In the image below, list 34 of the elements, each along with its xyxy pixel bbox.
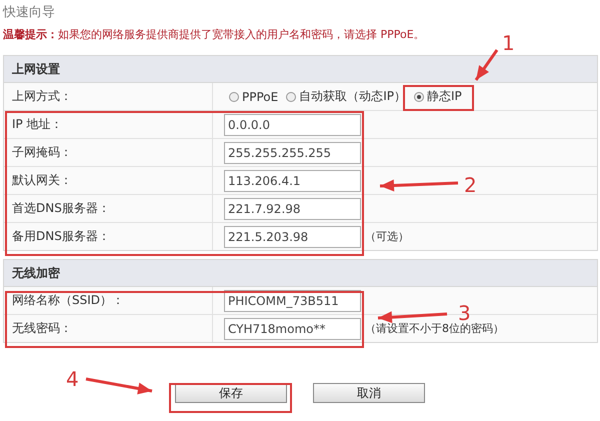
field-label: 默认网关：: [12, 172, 72, 189]
radio-option[interactable]: 静态IP: [414, 88, 462, 105]
step-number: 1: [502, 32, 515, 54]
field-label: 网络名称（SSID）：: [12, 292, 124, 309]
field-label: 首选DNS服务器：: [12, 200, 110, 217]
input-field[interactable]: CYH718momo**: [224, 318, 361, 340]
input-field[interactable]: 255.255.255.255: [224, 142, 361, 164]
page-title: 快速向导: [2, 4, 56, 22]
input-field[interactable]: 0.0.0.0: [224, 114, 361, 136]
arrow: [474, 49, 498, 81]
field-label: IP 地址：: [12, 116, 63, 133]
cancel-button[interactable]: 取消: [313, 383, 425, 403]
highlight-frame: [403, 85, 474, 111]
arrow: [86, 378, 152, 394]
field-label: 备用DNS服务器：: [12, 228, 110, 245]
field-note: （请设置不小于8位的密码）: [365, 321, 504, 336]
field-label: 子网掩码：: [12, 144, 72, 161]
input-field[interactable]: 221.7.92.98: [224, 198, 361, 220]
step-number: 4: [66, 368, 79, 390]
section-heading: 无线加密: [4, 260, 597, 287]
input-field[interactable]: 221.5.203.98: [224, 226, 361, 248]
field-label: 上网方式：: [12, 88, 72, 105]
tip-text: 温馨提示：如果您的网络服务提供商提供了宽带接入的用户名和密码，请选择 PPPoE。: [3, 28, 425, 41]
radio-option[interactable]: PPPoE: [229, 90, 278, 104]
arrow: [378, 311, 448, 324]
field-label: 无线密码：: [12, 320, 72, 337]
input-field[interactable]: 113.206.4.1: [224, 170, 361, 192]
section-heading: 上网设置: [4, 56, 597, 83]
step-number: 3: [458, 302, 471, 324]
input-field[interactable]: PHICOMM_73B511: [224, 290, 361, 312]
save-button[interactable]: 保存: [175, 383, 287, 403]
field-note: （可选）: [365, 229, 409, 244]
radio-option[interactable]: 自动获取（动态IP）: [286, 88, 406, 105]
step-number: 2: [464, 174, 477, 196]
